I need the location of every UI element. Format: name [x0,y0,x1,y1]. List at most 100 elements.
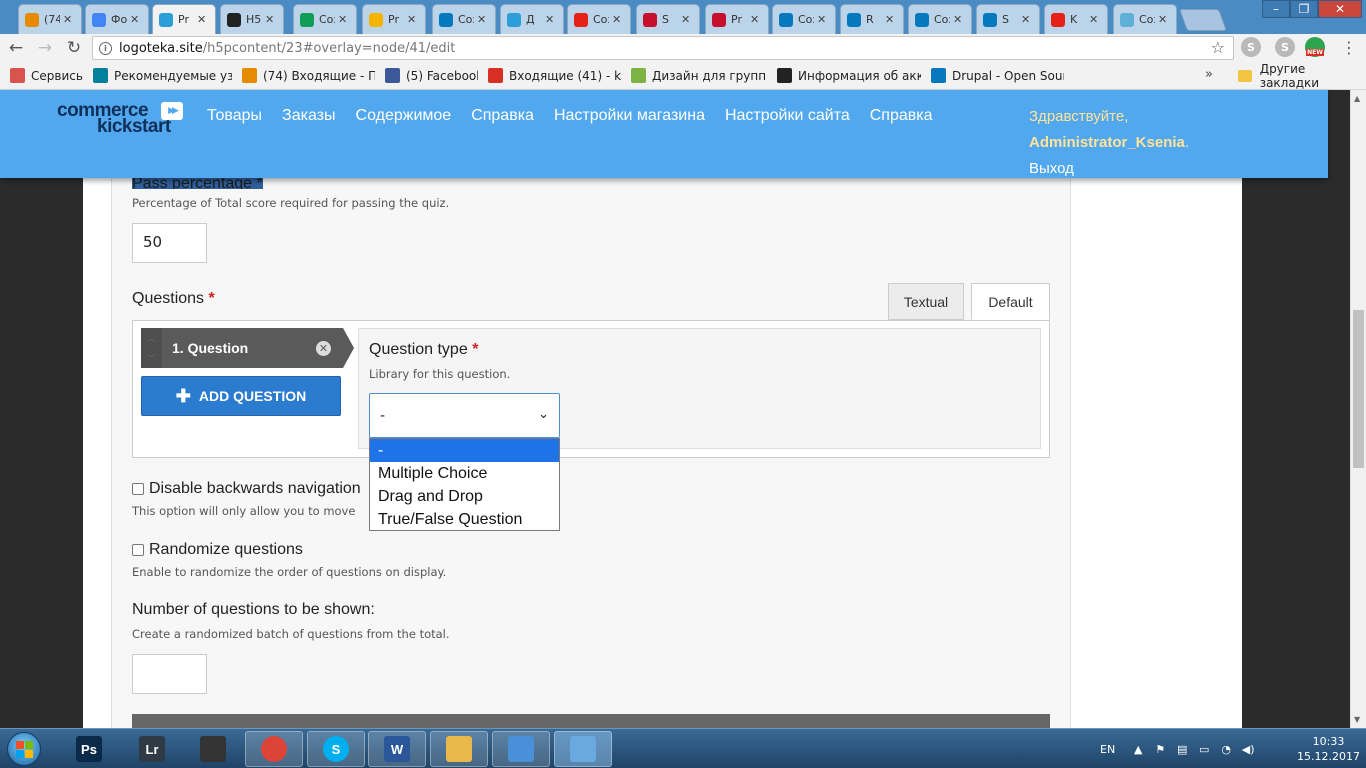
action-center-icon[interactable]: ⚑ [1153,742,1167,756]
browser-tab[interactable]: Д ✕ [500,4,564,34]
taskbar-network[interactable] [492,731,550,767]
browser-tab[interactable]: R ✕ [840,4,904,34]
back-arrow-icon[interactable]: ← [3,35,29,61]
browser-tab[interactable]: K ✕ [1044,4,1108,34]
nav-item[interactable]: Справка [471,107,534,125]
username-link[interactable]: Administrator_Ksenia [1029,134,1185,151]
close-tab-icon[interactable]: ✕ [265,13,274,26]
bookmark-item[interactable]: Дизайн для группы сайта [631,68,767,83]
bookmark-item[interactable]: Информация об аккаунте [777,68,921,83]
randomize-label[interactable]: Randomize questions [149,541,303,559]
bookmark-item[interactable]: Рекомендуемые узлы [93,68,232,83]
reload-icon[interactable]: ↻ [61,35,87,61]
browser-menu-icon[interactable]: ⋮ [1341,38,1357,57]
close-tab-icon[interactable]: ✕ [1158,13,1167,26]
tab-default[interactable]: Default [971,283,1050,320]
taskbar-word[interactable]: W [368,731,426,767]
close-tab-icon[interactable]: ✕ [197,13,206,26]
add-question-button[interactable]: ✚ ADD QUESTION [141,376,341,416]
maximize-button[interactable]: ❐ [1290,0,1318,18]
browser-tab[interactable]: S ✕ [636,4,700,34]
browser-tab[interactable]: Создание✕ [772,4,836,34]
question-type-option[interactable]: - [370,439,559,462]
question-type-option[interactable]: True/False Question [370,508,559,531]
browser-tab[interactable]: Создание✕ [567,4,631,34]
input-language[interactable]: EN [1100,743,1115,756]
forward-arrow-icon[interactable]: → [32,35,58,61]
scroll-thumb[interactable] [1353,310,1364,468]
browser-tab[interactable]: Pr ✕ [362,4,426,34]
question-type-select[interactable]: - ⌄ [369,393,560,438]
nav-item[interactable]: Товары [207,107,262,125]
close-tab-icon[interactable]: ✕ [338,13,347,26]
bookmarks-overflow-button[interactable]: » [1205,67,1213,82]
taskbar-photoshop[interactable]: Ps [60,731,118,767]
browser-tab[interactable]: Создание✕ [293,4,357,34]
browser-tab[interactable]: Pr ✕ [152,4,216,34]
site-info-icon[interactable]: i [99,41,112,55]
browser-tab[interactable]: (74) Входящие✕ [18,4,82,34]
power-icon[interactable]: ▭ [1197,742,1211,756]
ext-new-icon[interactable]: NEW [1305,37,1325,57]
question-type-option[interactable]: Drag and Drop [370,485,559,508]
close-tab-icon[interactable]: ✕ [817,13,826,26]
close-tab-icon[interactable]: ✕ [407,13,416,26]
commerce-kickstart-logo[interactable]: commerce kickstart ▶▶ [57,100,183,138]
scroll-up-arrow-icon[interactable]: ▲ [1354,94,1360,103]
browser-tab[interactable]: Создание✕ [432,4,496,34]
num-questions-input[interactable] [132,654,207,694]
close-tab-icon[interactable]: ✕ [953,13,962,26]
nav-item[interactable]: Справка [870,107,933,125]
browser-tab[interactable]: Pr ✕ [705,4,769,34]
close-tab-icon[interactable]: ✕ [545,13,554,26]
bookmark-item[interactable]: Входящие (41) - ksenia [488,68,621,83]
bookmark-star-icon[interactable]: ☆ [1211,38,1225,57]
remove-question-icon[interactable]: ✕ [316,341,331,356]
close-tab-icon[interactable]: ✕ [130,13,139,26]
close-tab-icon[interactable]: ✕ [477,13,486,26]
browser-tab[interactable]: S ✕ [976,4,1040,34]
bookmark-item[interactable]: (74) Входящие - Почта [242,68,375,83]
disable-backwards-label[interactable]: Disable backwards navigation [149,480,361,498]
logout-link[interactable]: Выход [1029,156,1189,182]
minimize-button[interactable]: – [1262,0,1290,18]
network-icon[interactable]: ◔ [1219,742,1233,756]
browser-tab[interactable]: Создание✕ [1113,4,1177,34]
clock[interactable]: 10:33 15.12.2017 [1297,734,1360,764]
nav-item[interactable]: Настройки магазина [554,107,705,125]
usb-device-icon[interactable]: ▤ [1175,742,1189,756]
bookmark-item[interactable]: Drupal - Open Source [931,68,1064,83]
nav-item[interactable]: Содержимое [356,107,452,125]
disable-backwards-checkbox[interactable] [132,483,144,495]
tray-expand-icon[interactable]: ▲ [1131,742,1145,756]
randomize-checkbox[interactable] [132,544,144,556]
volume-icon[interactable]: ◀) [1241,742,1255,756]
browser-tab[interactable]: Форма✕ [85,4,149,34]
taskbar-explorer[interactable] [430,731,488,767]
taskbar-snipping-tool[interactable] [554,731,612,767]
close-tab-icon[interactable]: ✕ [885,13,894,26]
browser-tab[interactable]: Создание✕ [908,4,972,34]
nav-item[interactable]: Настройки сайта [725,107,850,125]
scroll-down-arrow-icon[interactable]: ▼ [1354,715,1360,724]
close-tab-icon[interactable]: ✕ [63,13,72,26]
other-bookmarks-folder[interactable]: Другие закладки [1238,62,1366,90]
close-tab-icon[interactable]: ✕ [1021,13,1030,26]
bookmark-item[interactable]: (5) Facebook [385,68,478,83]
taskbar-chrome[interactable] [245,731,303,767]
new-tab-button[interactable] [1178,9,1228,31]
bookmark-item[interactable]: Сервисы [10,68,83,83]
address-bar[interactable]: i logoteka.site/h5pcontent/23#overlay=no… [92,36,1234,60]
question-list-item[interactable]: ︿ ﹀ 1. Question ✕ [141,328,343,368]
close-tab-icon[interactable]: ✕ [750,13,759,26]
reorder-arrows-icon[interactable]: ︿ ﹀ [141,328,162,368]
skype-extension-icon[interactable]: S [1241,37,1261,57]
nav-item[interactable]: Заказы [282,107,335,125]
page-scrollbar[interactable]: ▲ ▼ [1350,90,1366,728]
taskbar-skype[interactable]: S [307,731,365,767]
taskbar-camera[interactable] [184,731,242,767]
skype-extension-icon-2[interactable]: S [1275,37,1295,57]
taskbar-lightroom[interactable]: Lr [123,731,181,767]
close-tab-icon[interactable]: ✕ [612,13,621,26]
pass-percentage-input[interactable]: 50 [132,223,207,263]
